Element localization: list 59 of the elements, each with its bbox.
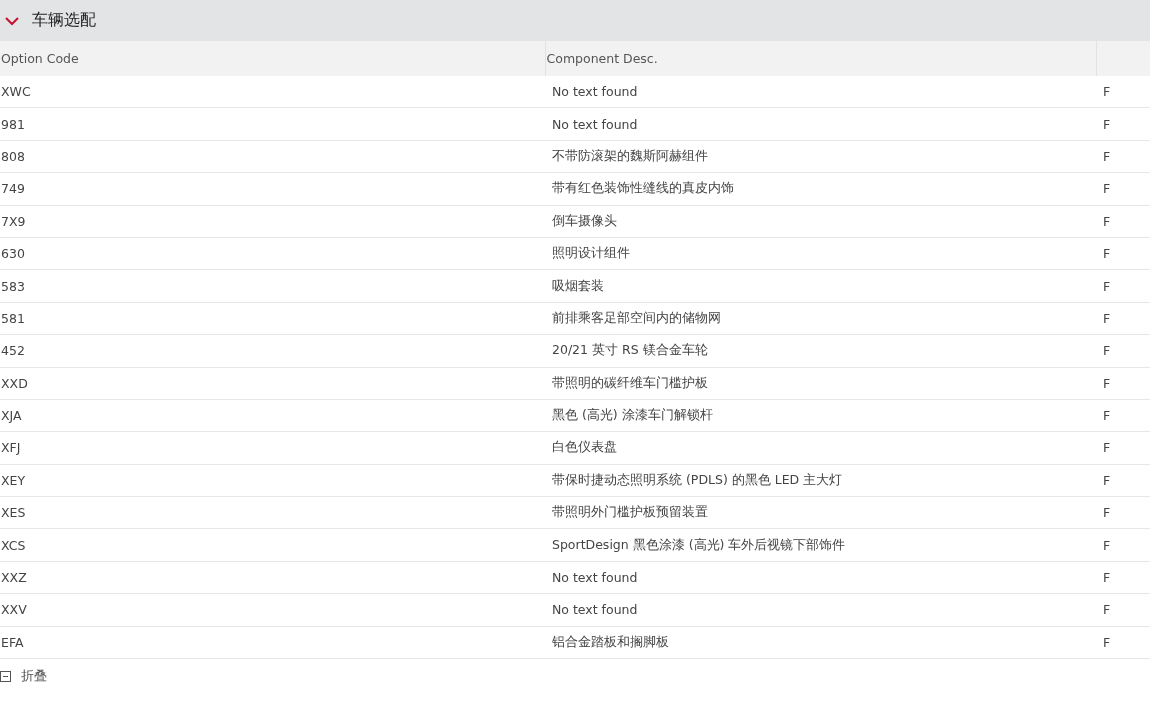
table-cell: F [1096,367,1150,400]
table-cell: No text found [545,593,1096,627]
table-cell: 白色仪表盘 [545,431,1096,465]
table-cell: 630 [0,237,545,270]
table-cell: No text found [545,561,1096,594]
table-cell: 黑色 (高光) 涂漆车门解锁杆 [545,399,1096,432]
table-cell: F [1096,399,1150,432]
table-cell: EFA [0,626,545,659]
table-cell: SportDesign 黑色涂漆 (高光) 车外后视镜下部饰件 [545,528,1096,562]
table-cell: F [1096,237,1150,270]
table-cell: 带照明外门槛护板预留装置 [545,496,1096,529]
table-cell: F [1096,140,1150,173]
table-cell: XFJ [0,431,545,465]
table-cell: 749 [0,172,545,206]
table-cell: XEY [0,464,545,497]
table-cell: F [1096,561,1150,594]
table-cell: XES [0,496,545,529]
table-cell: 7X9 [0,205,545,238]
table-cell: F [1096,528,1150,562]
table-cell: F [1096,464,1150,497]
table-cell: F [1096,205,1150,238]
section-title: 车辆选配 [32,10,96,31]
table-cell: 带照明的碳纤维车门槛护板 [545,367,1096,400]
table-cell: F [1096,172,1150,206]
collapse-button[interactable]: 折叠 [0,667,47,686]
table-cell: F [1096,107,1150,141]
table-cell: 带有红色装饰性缝线的真皮内饰 [545,172,1096,206]
table-cell: F [1096,269,1150,303]
table-cell: 581 [0,302,545,335]
table-cell: 452 [0,334,545,367]
table-cell: F [1096,76,1150,108]
table-cell: XWC [0,76,545,108]
table-cell: F [1096,626,1150,659]
table-cell: F [1096,431,1150,465]
table-cell: 前排乘客足部空间内的储物网 [545,302,1096,335]
table-cell: 981 [0,107,545,141]
table-cell: 583 [0,269,545,303]
column-header: Option Code [0,41,545,76]
table-cell: F [1096,302,1150,335]
table-cell: XXV [0,593,545,627]
table-cell: 带保时捷动态照明系统 (PDLS) 的黑色 LED 主大灯 [545,464,1096,497]
table-cell: 吸烟套装 [545,269,1096,303]
table-cell: 20/21 英寸 RS 镁合金车轮 [545,334,1096,367]
table-cell: 倒车摄像头 [545,205,1096,238]
table-cell: 不带防滚架的魏斯阿赫组件 [545,140,1096,173]
table-cell: No text found [545,76,1096,108]
table-cell: F [1096,334,1150,367]
table-cell: XJA [0,399,545,432]
table-cell: F [1096,593,1150,627]
table-cell: 808 [0,140,545,173]
table-cell: No text found [545,107,1096,141]
table-cell: 照明设计组件 [545,237,1096,270]
collapse-icon [0,670,11,682]
table-cell: XXZ [0,561,545,594]
table-cell: XCS [0,528,545,562]
column-header: Component Desc. [545,41,1096,76]
table-cell: F [1096,496,1150,529]
table-cell: 铝合金踏板和搁脚板 [545,626,1096,659]
table-cell: XXD [0,367,545,400]
